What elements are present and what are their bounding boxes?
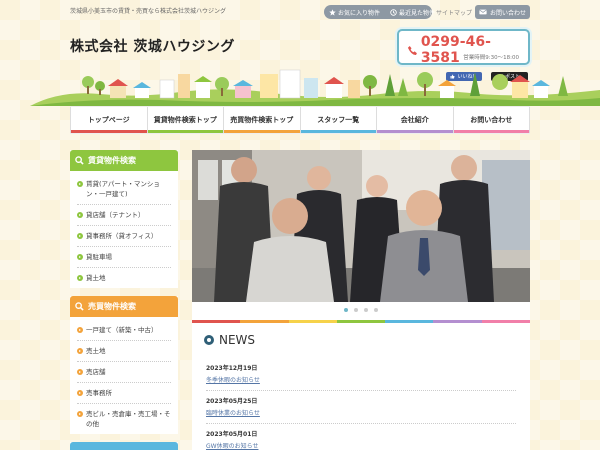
news-link[interactable]: 冬季休暇のお知らせ (206, 375, 516, 384)
sale-item-store[interactable]: 売店舗 (77, 362, 171, 383)
sale-item-land[interactable]: 売土地 (77, 341, 171, 362)
slider-dots (192, 308, 530, 312)
news-date: 2023年12月19日 (206, 365, 258, 372)
favorites-link[interactable]: お気に入り物件 (324, 8, 385, 17)
sitemap-link[interactable]: サイトマップ (436, 8, 472, 17)
rent-search-header[interactable]: 賃貸物件検索 (70, 150, 178, 171)
nav-label: 賃貸物件検索トップ (153, 116, 217, 124)
news-link[interactable]: GW休暇のお知らせ (206, 441, 516, 450)
nav-rent-search[interactable]: 賃貸物件検索トップ (146, 107, 223, 133)
history-icon (390, 8, 397, 16)
quick-links-pill: お気に入り物件 最近見た物件 (324, 5, 435, 19)
news-date: 2023年05月01日 (206, 431, 258, 438)
side-item-label: 貸土地 (86, 274, 106, 282)
arrow-bullet-icon (77, 369, 83, 375)
news-title: NEWS (219, 333, 256, 347)
sale-item-house[interactable]: 一戸建て（新築・中古） (77, 320, 171, 341)
rent-item-office[interactable]: 貸事務所（貸オフィス） (77, 226, 171, 247)
side-item-label: 売店舗 (86, 368, 106, 376)
sale-item-other[interactable]: 売ビル・売倉庫・売工場・その他 (77, 404, 171, 434)
site-logo[interactable]: 株式会社 茨城ハウジング (70, 36, 235, 56)
arrow-bullet-icon (77, 327, 83, 333)
nav-color-bar (300, 130, 376, 133)
favorites-label: お気に入り物件 (338, 9, 381, 17)
news-link[interactable]: 臨時休業のお知らせ (206, 408, 516, 417)
news-list: 2023年12月19日 冬季休暇のお知らせ 2023年05月25日 臨時休業のお… (206, 358, 516, 450)
nav-label: お問い合わせ (470, 116, 513, 124)
arrow-bullet-icon (77, 233, 83, 239)
side-item-label: 売事務所 (86, 389, 112, 397)
news-item: 2023年12月19日 冬季休暇のお知らせ (206, 358, 516, 391)
news-item: 2023年05月25日 臨時休業のお知らせ (206, 391, 516, 424)
rent-search-list: 賃貸(アパート・マンション・一戸建て) 貸店舗（テナント） 貸事務所（貸オフィス… (70, 171, 178, 288)
rent-item-store[interactable]: 貸店舗（テナント） (77, 205, 171, 226)
third-panel-header[interactable] (70, 442, 178, 450)
nav-sale-search[interactable]: 売買物件検索トップ (223, 107, 300, 133)
staff-photo-slide[interactable] (192, 150, 530, 302)
side-item-label: 貸事務所（貸オフィス） (86, 232, 158, 240)
sale-search-list: 一戸建て（新築・中古） 売土地 売店舗 売事務所 売ビル・売倉庫・売工場・その他 (70, 317, 178, 434)
nav-color-bar (377, 130, 453, 133)
nav-company-info[interactable]: 会社紹介 (376, 107, 453, 133)
news-heading: NEWS (204, 333, 255, 347)
star-icon (329, 8, 336, 16)
ring-icon (204, 335, 214, 345)
sale-search-header[interactable]: 売買物件検索 (70, 296, 178, 317)
magnifier-icon (75, 302, 84, 311)
nav-top-page[interactable]: トップページ (70, 107, 147, 133)
slider-dot[interactable] (364, 308, 368, 312)
arrow-bullet-icon (77, 390, 83, 396)
nav-label: 会社紹介 (400, 116, 429, 124)
rent-item-parking[interactable]: 貸駐車場 (77, 247, 171, 268)
rainbow-divider (192, 320, 530, 323)
nav-label: 売買物件検索トップ (230, 116, 294, 124)
arrow-bullet-icon (77, 348, 83, 354)
arrow-bullet-icon (77, 275, 83, 281)
slider-dot[interactable] (344, 308, 348, 312)
arrow-bullet-icon (77, 212, 83, 218)
nav-label: トップページ (87, 116, 130, 124)
slider-dot[interactable] (354, 308, 358, 312)
rent-item-residential[interactable]: 賃貸(アパート・マンション・一戸建て) (77, 174, 171, 205)
slider-dot[interactable] (374, 308, 378, 312)
side-item-label: 売ビル・売倉庫・売工場・その他 (86, 410, 171, 428)
site-tagline: 茨城県小美玉市の賃貸・売買なら株式会社茨城ハウジング (70, 8, 227, 15)
magnifier-icon (75, 156, 84, 165)
news-item: 2023年05月01日 GW休暇のお知らせ (206, 424, 516, 450)
sale-item-office[interactable]: 売事務所 (77, 383, 171, 404)
town-illustration (30, 69, 600, 106)
contact-label: お問い合わせ (489, 9, 526, 17)
nav-color-bar (147, 130, 223, 133)
sale-search-panel: 売買物件検索 一戸建て（新築・中古） 売土地 売店舗 売事務所 売ビル・売倉庫・… (70, 296, 178, 434)
top-bar: 茨城県小美玉市の賃貸・売買なら株式会社茨城ハウジング お気に入り物件 最近見た物… (0, 0, 600, 22)
side-item-label: 売土地 (86, 347, 106, 355)
rent-search-panel: 賃貸物件検索 賃貸(アパート・マンション・一戸建て) 貸店舗（テナント） 貸事務… (70, 150, 178, 288)
nav-color-bar (453, 130, 529, 133)
rent-item-land[interactable]: 貸土地 (77, 268, 171, 288)
rent-search-title: 賃貸物件検索 (88, 156, 136, 165)
arrow-bullet-icon (77, 254, 83, 260)
contact-button[interactable]: お問い合わせ (475, 5, 530, 19)
nav-contact[interactable]: お問い合わせ (452, 107, 530, 133)
recent-label: 最近見た物件 (399, 9, 436, 17)
side-item-label: 賃貸(アパート・マンション・一戸建て) (86, 180, 160, 198)
recent-link[interactable]: 最近見た物件 (385, 8, 440, 17)
global-nav: トップページ 賃貸物件検索トップ 売買物件検索トップ スタッフ一覧 会社紹介 お… (70, 106, 530, 134)
nav-label: スタッフ一覧 (317, 116, 360, 124)
main-content: NEWS 2023年12月19日 冬季休暇のお知らせ 2023年05月25日 臨… (192, 150, 530, 450)
nav-color-bar (71, 130, 147, 133)
side-item-label: 一戸建て（新築・中古） (86, 326, 158, 334)
arrow-bullet-icon (77, 181, 83, 187)
arrow-bullet-icon (77, 411, 83, 417)
side-item-label: 貸店舗（テナント） (86, 211, 145, 219)
sidebar: 賃貸物件検索 賃貸(アパート・マンション・一戸建て) 貸店舗（テナント） 貸事務… (70, 150, 178, 450)
mail-icon (479, 9, 487, 15)
sale-search-title: 売買物件検索 (88, 302, 136, 311)
nav-staff-list[interactable]: スタッフ一覧 (299, 107, 376, 133)
nav-color-bar (224, 130, 300, 133)
phone-icon (407, 45, 417, 55)
third-panel (70, 442, 178, 450)
news-date: 2023年05月25日 (206, 398, 258, 405)
side-item-label: 貸駐車場 (86, 253, 112, 261)
